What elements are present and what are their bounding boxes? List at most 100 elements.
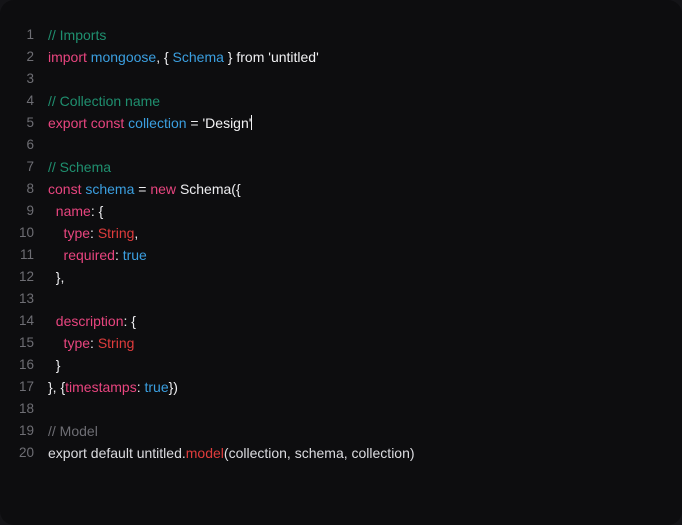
- line-number: 2: [26, 49, 34, 64]
- code-token: import: [48, 49, 87, 65]
- code-token: 'untitled': [268, 49, 319, 65]
- code-line[interactable]: 5 export const collection = 'Design': [0, 112, 682, 134]
- code-token: true: [122, 247, 147, 263]
- code-token: schema: [85, 181, 135, 197]
- code-token: from: [236, 49, 269, 65]
- code-token: :: [136, 379, 145, 395]
- line-number: 11: [19, 247, 34, 262]
- code-line-content[interactable]: // Schema: [48, 156, 682, 178]
- line-number: 15: [18, 335, 34, 350]
- line-number: 5: [26, 115, 34, 130]
- code-line[interactable]: 7 // Schema: [0, 156, 682, 178]
- code-token: const: [48, 181, 82, 197]
- code-token: timestamps: [65, 379, 137, 395]
- line-number: 14: [18, 313, 34, 328]
- line-number: 9: [26, 203, 34, 218]
- line-number: 4: [26, 93, 34, 108]
- line-number: 20: [18, 445, 34, 460]
- code-line-content[interactable]: // Imports: [48, 24, 682, 46]
- line-number: 16: [18, 357, 34, 372]
- text-cursor: [251, 115, 253, 130]
- code-line[interactable]: 20 export default untitled.model(collecti…: [0, 442, 682, 464]
- code-line[interactable]: 15 type: String: [0, 332, 682, 354]
- code-editor[interactable]: 1 // Imports 2 import mongoose, { Schema } …: [0, 0, 682, 525]
- code-line-content[interactable]: import mongoose, { Schema } from 'untitl…: [48, 46, 682, 68]
- code-line[interactable]: 17 }, {timestamps: true}): [0, 376, 682, 398]
- code-token: , {: [156, 49, 173, 65]
- code-token: ,: [134, 225, 139, 241]
- code-line-content[interactable]: type: String,: [48, 222, 682, 244]
- line-number: 10: [18, 225, 34, 240]
- code-token: :: [114, 247, 123, 263]
- code-line-content[interactable]: export default untitled.model(collection…: [48, 442, 682, 464]
- code-line-content[interactable]: }: [48, 354, 682, 376]
- code-line-content[interactable]: // Model: [48, 420, 682, 442]
- code-token: // Model: [48, 423, 98, 439]
- code-line[interactable]: 11 required: true: [0, 244, 682, 266]
- code-line-content[interactable]: // Collection name: [48, 90, 682, 112]
- line-number: 17: [18, 379, 34, 394]
- code-line[interactable]: 2 import mongoose, { Schema } from 'untit…: [0, 46, 682, 68]
- code-token: description: [48, 313, 124, 329]
- line-number: 13: [18, 291, 34, 306]
- code-line[interactable]: 16 }: [0, 354, 682, 376]
- code-token: // Schema: [48, 159, 112, 175]
- code-line[interactable]: 12 },: [0, 266, 682, 288]
- code-line-content[interactable]: type: String: [48, 332, 682, 354]
- code-token: (collection, schema, collection): [223, 445, 415, 461]
- code-line[interactable]: 13: [0, 288, 682, 310]
- code-line[interactable]: 14 description: {: [0, 310, 682, 332]
- code-token: Schema: [172, 49, 224, 65]
- code-lines-container[interactable]: 1 // Imports 2 import mongoose, { Schema } …: [0, 24, 682, 464]
- code-line[interactable]: 8 const schema = new Schema({: [0, 178, 682, 200]
- code-token: String: [97, 225, 135, 241]
- code-token: type: [48, 335, 91, 351]
- code-token: export const: [48, 115, 125, 131]
- code-token: true: [144, 379, 169, 395]
- code-line[interactable]: 10 type: String,: [0, 222, 682, 244]
- code-line-content[interactable]: }, {timestamps: true}): [48, 376, 682, 398]
- line-number: 7: [26, 159, 34, 174]
- code-line[interactable]: 19 // Model: [0, 420, 682, 442]
- code-token: }: [48, 357, 61, 373]
- code-token: : {: [90, 203, 104, 219]
- code-token: 'Design': [202, 115, 252, 131]
- code-line-content[interactable]: const schema = new Schema({: [48, 178, 682, 200]
- line-number: 12: [18, 269, 34, 284]
- code-token: // Imports: [48, 27, 107, 43]
- code-token: =: [134, 181, 151, 197]
- code-token: mongoose: [90, 49, 157, 65]
- code-token: required: [48, 247, 115, 263]
- code-line-content[interactable]: description: {: [48, 310, 682, 332]
- code-token: collection: [128, 115, 187, 131]
- code-line[interactable]: 1 // Imports: [0, 24, 682, 46]
- code-line-content[interactable]: },: [48, 266, 682, 288]
- code-token: Schema({: [179, 181, 241, 197]
- code-line-content[interactable]: name: {: [48, 200, 682, 222]
- code-line[interactable]: 4 // Collection name: [0, 90, 682, 112]
- code-token: :: [90, 225, 98, 241]
- line-number: 8: [26, 181, 34, 196]
- code-token: : {: [123, 313, 136, 329]
- code-token: // Collection name: [48, 93, 161, 109]
- code-token: type: [48, 225, 91, 241]
- line-number: 1: [26, 27, 34, 42]
- line-number: 18: [18, 401, 34, 416]
- code-line-content[interactable]: export const collection = 'Design': [48, 112, 682, 134]
- code-token: new: [150, 181, 177, 197]
- code-token: },: [48, 269, 65, 285]
- code-line-content[interactable]: required: true: [48, 244, 682, 266]
- code-token: }): [168, 379, 178, 395]
- line-number: 3: [26, 71, 34, 86]
- code-token: :: [90, 335, 98, 351]
- code-token: export default untitled.: [48, 445, 186, 461]
- code-line[interactable]: 3: [0, 68, 682, 90]
- code-line[interactable]: 9 name: {: [0, 200, 682, 222]
- code-token: }, {: [48, 379, 66, 395]
- code-token: String: [97, 335, 135, 351]
- code-token: name: [48, 203, 91, 219]
- code-token: }: [223, 49, 237, 65]
- code-line[interactable]: 18: [0, 398, 682, 420]
- line-number: 19: [18, 423, 34, 438]
- code-line[interactable]: 6: [0, 134, 682, 156]
